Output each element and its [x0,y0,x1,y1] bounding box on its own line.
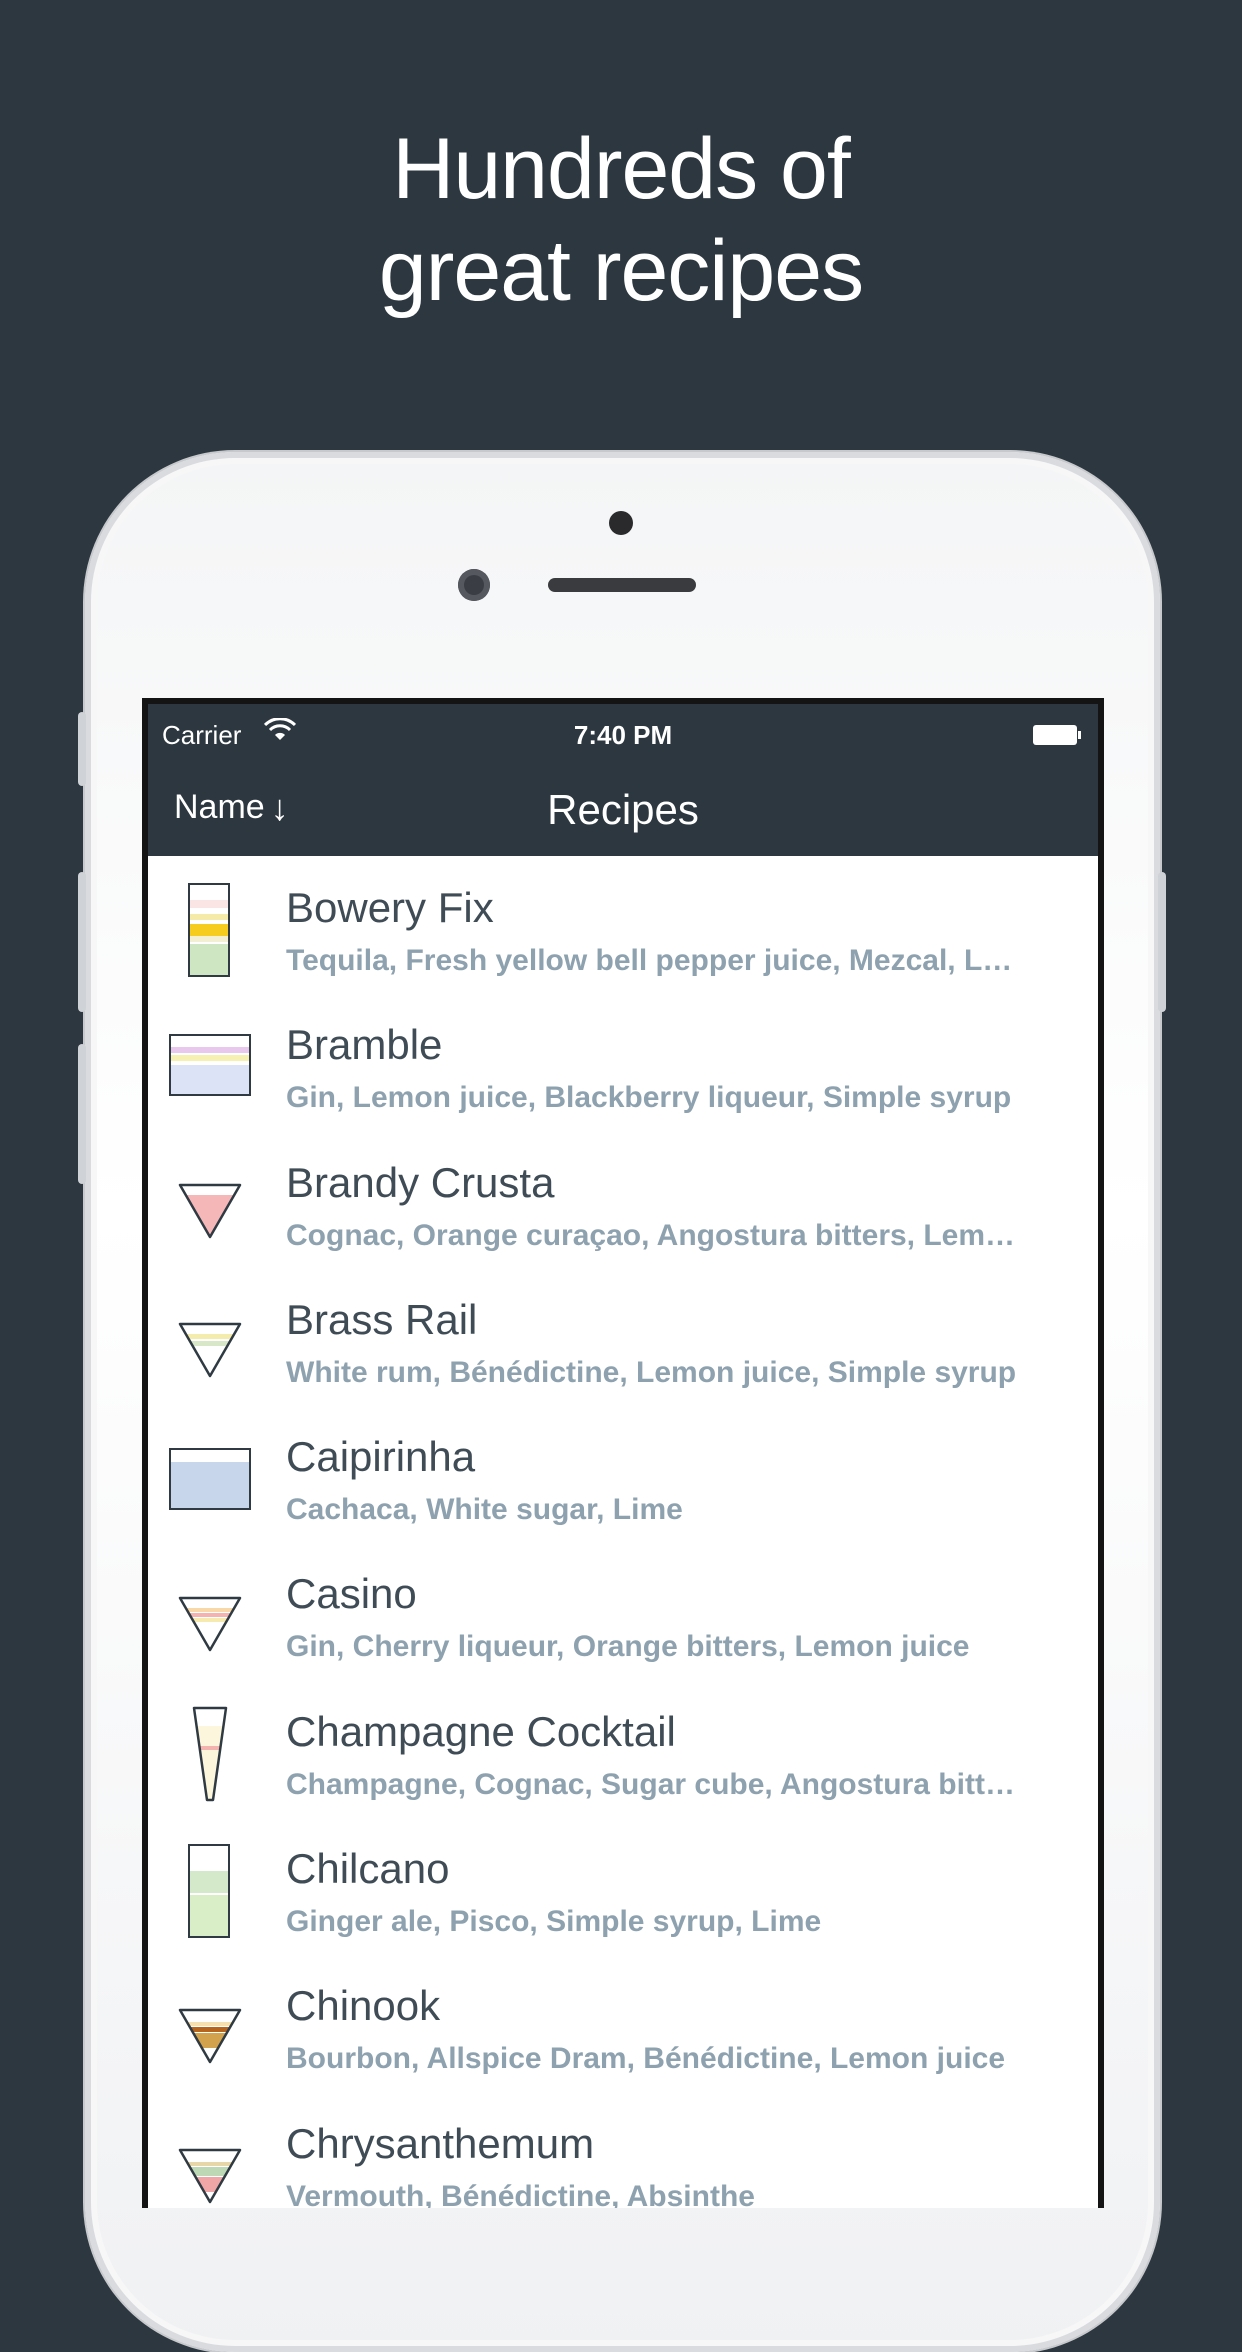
highball-icon [188,1844,230,1939]
cocktail-glass-icon [178,2009,242,2064]
recipe-name: Casino [286,1570,417,1618]
front-camera [458,569,490,601]
recipe-ingredients: Tequila, Fresh yellow bell pepper juice,… [286,944,1013,977]
status-bar: Carrier 7:40 PM [148,704,1098,768]
cocktail-glass-icon [178,2148,242,2203]
recipe-ingredients: Cognac, Orange curaçao, Angostura bitter… [286,1218,1016,1252]
rocks-glass-icon [169,1034,251,1097]
recipe-ingredients: Champagne, Cognac, Sugar cube, Angostura… [286,1767,1015,1801]
battery-icon [1033,725,1081,745]
phone-volume-up-button [78,872,86,1012]
recipe-name: Bowery Fix [286,884,494,931]
list-item[interactable]: Champagne Cocktail Champagne, Cognac, Su… [148,1680,1098,1817]
recipe-ingredients: Cachaca, White sugar, Lime [286,1493,683,1527]
cocktail-glass-icon [178,1183,242,1238]
list-item[interactable]: Bramble Gin, Lemon juice, Blackberry liq… [148,993,1098,1130]
proximity-sensor [609,511,633,535]
earpiece-speaker [548,578,696,592]
sort-by-name-button[interactable]: Name ↓ [174,788,289,827]
recipe-ingredients: Gin, Lemon juice, Blackberry liqueur, Si… [286,1081,1012,1115]
list-item[interactable]: Brandy Crusta Cognac, Orange curaçao, An… [148,1131,1098,1268]
recipe-name: Chinook [286,1982,441,2030]
flute-icon [192,1706,228,1802]
headline: Hundreds of great recipes [0,118,1242,322]
arrow-down-icon: ↓ [270,786,289,828]
headline-line-2: great recipes [378,223,864,319]
recipe-list[interactable]: Bowery Fix Tequila, Fresh yellow bell pe… [148,856,1098,2208]
page-title: Recipes [547,786,699,833]
highball-icon [188,883,230,977]
list-item[interactable]: Chrysanthemum Vermouth, Bénédictine, Abs… [148,2092,1098,2208]
phone-volume-down-button [78,1044,86,1184]
status-time: 7:40 PM [573,720,673,750]
recipe-ingredients: Bourbon, Allspice Dram, Bénédictine, Lem… [286,2042,1006,2076]
navigation-bar: Name ↓ Recipes [148,768,1098,856]
recipe-ingredients: Vermouth, Bénédictine, Absinthe [286,2179,755,2208]
list-item[interactable]: Casino Gin, Cherry liqueur, Orange bitte… [148,1542,1098,1679]
recipe-ingredients: White rum, Bénédictine, Lemon juice, Sim… [286,1355,1017,1389]
phone-power-button [1158,872,1166,1012]
phone-screen: Carrier 7:40 PM Name ↓ Recipes Bowery Fi… [142,698,1104,2208]
cocktail-glass-icon [178,1322,242,1378]
recipe-name: Caipirinha [286,1433,476,1481]
list-item[interactable]: Bowery Fix Tequila, Fresh yellow bell pe… [148,856,1098,993]
sort-label: Name [174,788,265,826]
recipe-name: Chrysanthemum [286,2119,595,2167]
list-item[interactable]: Brass Rail White rum, Bénédictine, Lemon… [148,1268,1098,1405]
list-item[interactable]: Chinook Bourbon, Allspice Dram, Bénédict… [148,1954,1098,2091]
recipe-name: Brandy Crusta [286,1158,555,1206]
recipe-name: Chilcano [286,1845,450,1893]
cocktail-glass-icon [178,1597,242,1652]
recipe-name: Brass Rail [286,1295,478,1343]
recipe-ingredients: Ginger ale, Pisco, Simple syrup, Lime [286,1905,822,1939]
recipe-name: Champagne Cocktail [286,1707,676,1755]
rocks-glass-icon [169,1448,251,1511]
phone-side-button [78,712,86,786]
recipe-ingredients: Gin, Cherry liqueur, Orange bitters, Lem… [286,1630,970,1664]
list-item[interactable]: Caipirinha Cachaca, White sugar, Lime [148,1405,1098,1542]
recipe-name: Bramble [286,1021,443,1069]
list-item[interactable]: Chilcano Ginger ale, Pisco, Simple syrup… [148,1817,1098,1954]
headline-line-1: Hundreds of [392,121,851,217]
